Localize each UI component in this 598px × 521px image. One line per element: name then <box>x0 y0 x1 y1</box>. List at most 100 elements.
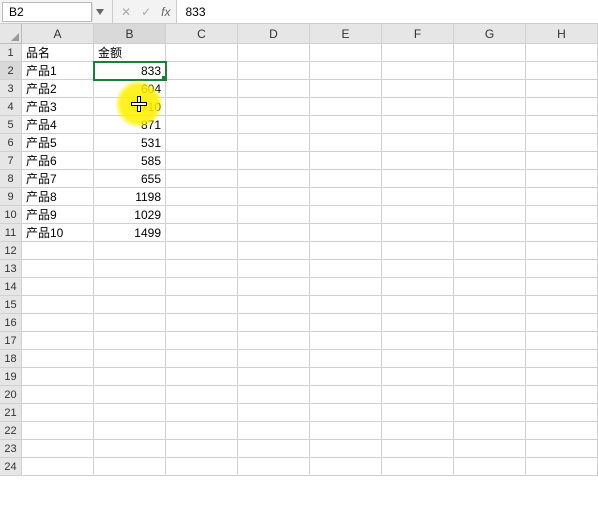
cell[interactable] <box>22 368 94 386</box>
name-box[interactable]: B2 <box>2 2 92 22</box>
cell[interactable] <box>166 350 238 368</box>
cell[interactable] <box>166 134 238 152</box>
column-header[interactable]: H <box>526 24 598 44</box>
cell[interactable] <box>382 260 454 278</box>
row-header[interactable]: 9 <box>0 188 22 206</box>
cell[interactable] <box>166 224 238 242</box>
cell[interactable] <box>310 458 382 476</box>
cell[interactable]: 871 <box>94 116 166 134</box>
cell[interactable] <box>166 440 238 458</box>
row-header[interactable]: 15 <box>0 296 22 314</box>
cell[interactable] <box>382 296 454 314</box>
cell[interactable] <box>526 98 598 116</box>
cell[interactable] <box>94 404 166 422</box>
cell[interactable] <box>166 116 238 134</box>
cell[interactable] <box>454 404 526 422</box>
cell[interactable] <box>382 170 454 188</box>
cell[interactable] <box>238 296 310 314</box>
cell[interactable] <box>166 242 238 260</box>
cell[interactable] <box>238 152 310 170</box>
cell[interactable] <box>238 386 310 404</box>
cell[interactable] <box>310 188 382 206</box>
cell[interactable] <box>94 458 166 476</box>
cell[interactable] <box>238 440 310 458</box>
cell[interactable] <box>526 278 598 296</box>
row-header[interactable]: 16 <box>0 314 22 332</box>
cell[interactable] <box>22 278 94 296</box>
cell[interactable] <box>526 422 598 440</box>
cell[interactable] <box>22 260 94 278</box>
cell[interactable] <box>238 350 310 368</box>
row-header[interactable]: 7 <box>0 152 22 170</box>
cell[interactable] <box>166 260 238 278</box>
cell[interactable] <box>166 80 238 98</box>
cell[interactable] <box>454 260 526 278</box>
cell[interactable] <box>454 44 526 62</box>
cell[interactable] <box>454 314 526 332</box>
cell[interactable] <box>22 458 94 476</box>
cell[interactable] <box>526 188 598 206</box>
cell[interactable] <box>238 278 310 296</box>
row-header[interactable]: 24 <box>0 458 22 476</box>
cell[interactable] <box>166 98 238 116</box>
cell[interactable] <box>22 440 94 458</box>
cell[interactable] <box>166 152 238 170</box>
cell[interactable]: 833 <box>94 62 166 80</box>
cell[interactable] <box>310 332 382 350</box>
cell[interactable]: 产品3 <box>22 98 94 116</box>
cell[interactable] <box>238 98 310 116</box>
cell[interactable] <box>238 242 310 260</box>
cell[interactable]: 品名 <box>22 44 94 62</box>
cell[interactable] <box>526 62 598 80</box>
cell[interactable] <box>382 332 454 350</box>
cell[interactable] <box>238 314 310 332</box>
cell[interactable] <box>238 62 310 80</box>
cell[interactable] <box>454 188 526 206</box>
cell[interactable] <box>22 296 94 314</box>
cell[interactable] <box>454 296 526 314</box>
cell[interactable] <box>454 458 526 476</box>
cell[interactable] <box>166 422 238 440</box>
cell[interactable] <box>382 314 454 332</box>
cell[interactable]: 604 <box>94 80 166 98</box>
cell[interactable]: 1029 <box>94 206 166 224</box>
cell[interactable] <box>22 350 94 368</box>
formula-input[interactable]: 833 <box>176 0 598 23</box>
cell[interactable] <box>526 260 598 278</box>
cell[interactable] <box>382 44 454 62</box>
cell[interactable] <box>22 386 94 404</box>
cell[interactable] <box>238 80 310 98</box>
cell[interactable] <box>526 368 598 386</box>
cell[interactable] <box>94 260 166 278</box>
cancel-icon[interactable]: ✕ <box>121 5 131 19</box>
cell[interactable] <box>382 440 454 458</box>
cell[interactable] <box>166 206 238 224</box>
cell[interactable] <box>238 224 310 242</box>
cell[interactable] <box>382 98 454 116</box>
cell[interactable] <box>166 404 238 422</box>
cell[interactable]: 531 <box>94 134 166 152</box>
cell[interactable] <box>526 332 598 350</box>
cell[interactable] <box>166 296 238 314</box>
cell[interactable] <box>166 368 238 386</box>
cell[interactable] <box>454 170 526 188</box>
row-header[interactable]: 6 <box>0 134 22 152</box>
select-all-corner[interactable] <box>0 24 22 44</box>
cell[interactable] <box>94 242 166 260</box>
cell[interactable] <box>526 206 598 224</box>
row-header[interactable]: 22 <box>0 422 22 440</box>
cell[interactable] <box>238 170 310 188</box>
cell[interactable] <box>94 422 166 440</box>
row-header[interactable]: 13 <box>0 260 22 278</box>
column-header[interactable]: G <box>454 24 526 44</box>
cell[interactable]: 产品5 <box>22 134 94 152</box>
cell[interactable]: 655 <box>94 170 166 188</box>
cell[interactable] <box>526 134 598 152</box>
column-header[interactable]: E <box>310 24 382 44</box>
cell[interactable] <box>454 386 526 404</box>
cell[interactable] <box>382 404 454 422</box>
cell[interactable] <box>382 458 454 476</box>
cell[interactable] <box>382 386 454 404</box>
cell[interactable]: 产品7 <box>22 170 94 188</box>
cell[interactable] <box>526 242 598 260</box>
